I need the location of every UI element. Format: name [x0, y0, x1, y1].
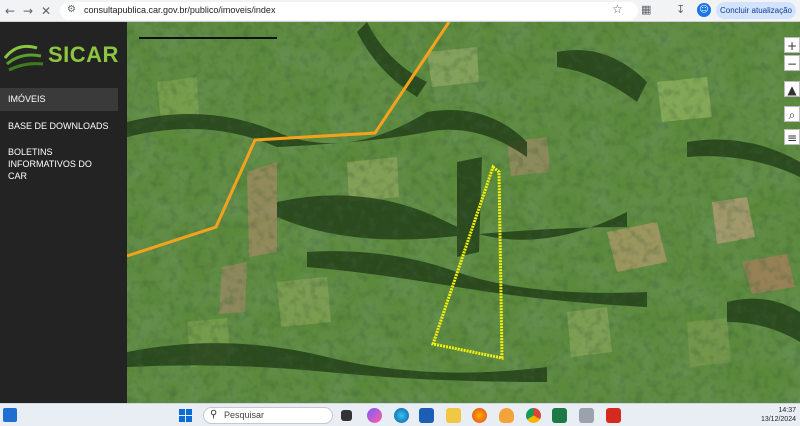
edge-icon[interactable] [394, 408, 409, 423]
sidebar-item-boletins[interactable]: BOLETINS INFORMATIVOS DO CAR [0, 146, 100, 182]
excel-icon[interactable] [552, 408, 567, 423]
taskbar-search-input[interactable]: ⚲ Pesquisar [203, 407, 333, 424]
logo-text: SICAR [48, 42, 119, 67]
close-icon[interactable]: ✕ [38, 3, 54, 19]
chrome-icon[interactable] [526, 408, 541, 423]
search-placeholder: Pesquisar [224, 410, 265, 420]
url-text: consultapublica.car.gov.br/publico/imove… [84, 5, 276, 15]
clock-time: 14:37 [778, 407, 796, 414]
app-icon[interactable] [499, 408, 514, 423]
copilot-icon[interactable] [367, 408, 382, 423]
network-icon[interactable] [579, 408, 594, 423]
back-icon[interactable]: ← [2, 3, 18, 19]
bookmark-star-icon[interactable]: ☆ [612, 2, 623, 16]
download-icon[interactable]: ↧ [676, 3, 685, 16]
sidebar-item-imoveis[interactable]: IMÓVEIS [0, 88, 118, 111]
task-view-icon[interactable] [341, 410, 352, 421]
sidebar: SICAR IMÓVEIS BASE DE DOWNLOADS BOLETINS… [0, 22, 127, 403]
pdf-reader-icon[interactable] [606, 408, 621, 423]
sidebar-item-label: IMÓVEIS [8, 94, 46, 104]
address-bar[interactable]: ⚙ consultapublica.car.gov.br/publico/imo… [60, 2, 638, 20]
layers-icon[interactable]: ▲ [784, 81, 800, 97]
widgets-icon[interactable] [3, 408, 17, 422]
sidebar-item-label: BASE DE DOWNLOADS [8, 121, 109, 131]
sidebar-item-downloads[interactable]: BASE DE DOWNLOADS [0, 115, 118, 138]
system-clock[interactable]: 14:37 13/12/2024 [752, 406, 796, 424]
search-location-icon[interactable]: ⌕ [784, 106, 800, 122]
profile-avatar[interactable]: ☺ [697, 3, 711, 17]
satellite-map[interactable] [127, 22, 800, 403]
zoom-out-button[interactable]: − [784, 55, 800, 71]
clock-date: 13/12/2024 [760, 416, 796, 423]
zoom-in-button[interactable]: + [784, 37, 800, 53]
forward-icon[interactable]: → [20, 3, 36, 19]
update-button[interactable]: Concluir atualização [716, 2, 796, 19]
site-info-icon[interactable]: ⚙ [67, 4, 76, 15]
menu-icon[interactable]: ≡ [784, 129, 800, 145]
taskbar: ⚲ Pesquisar 14:37 13/12/2024 [0, 403, 800, 426]
file-explorer-icon[interactable] [446, 408, 461, 423]
store-icon[interactable] [419, 408, 434, 423]
windows-start-icon[interactable] [179, 409, 192, 422]
sidebar-item-label: BOLETINS INFORMATIVOS DO CAR [8, 147, 92, 181]
search-icon: ⚲ [210, 409, 218, 420]
browser-toolbar: ← → ✕ ⚙ consultapublica.car.gov.br/publi… [0, 0, 800, 22]
extensions-icon[interactable]: ▦ [641, 3, 651, 16]
firefox-icon[interactable] [472, 408, 487, 423]
map-canvas[interactable] [127, 22, 800, 403]
